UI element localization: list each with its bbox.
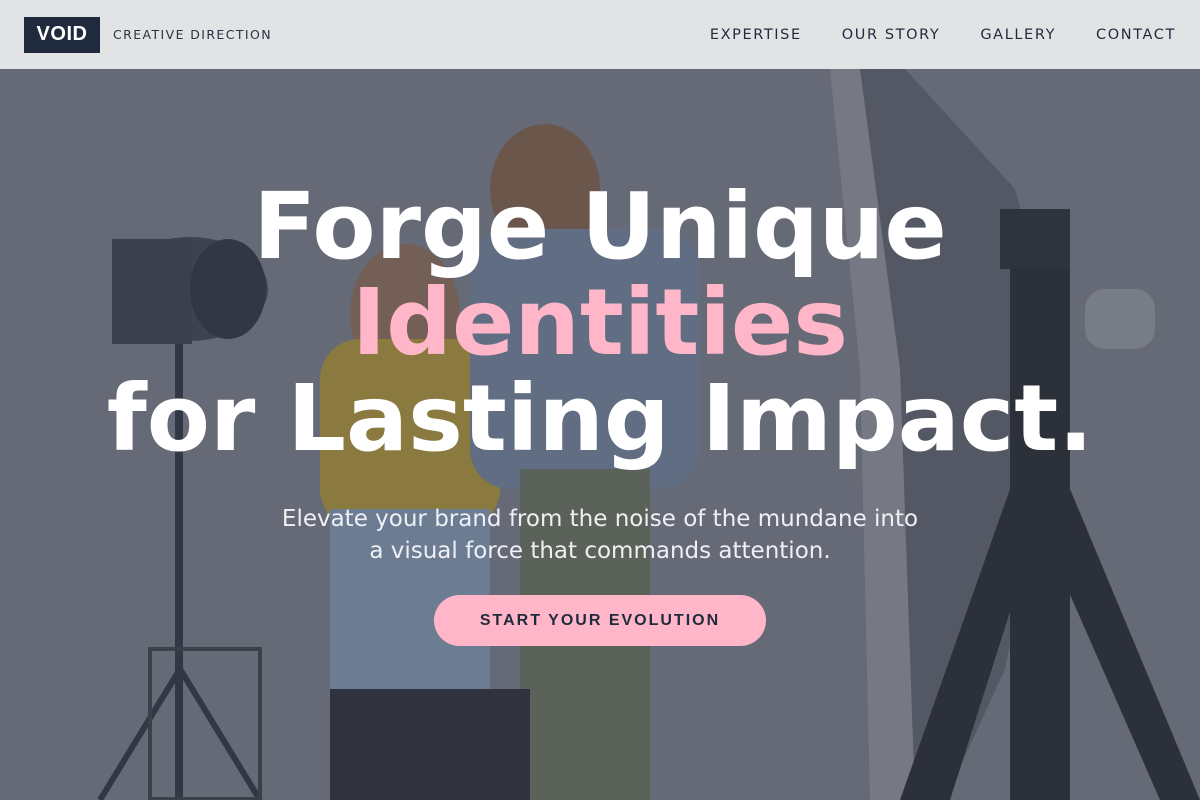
subtitle-line-2: a visual force that commands attention. bbox=[369, 538, 831, 564]
brand-tagline: CREATIVE DIRECTION bbox=[113, 27, 272, 42]
nav-link-contact[interactable]: CONTACT bbox=[1096, 27, 1176, 43]
main-nav: EXPERTISE OUR STORY GALLERY CONTACT bbox=[670, 27, 1176, 43]
subtitle-line-1: Elevate your brand from the noise of the… bbox=[281, 506, 919, 532]
hero-content: Forge Unique Identities for Lasting Impa… bbox=[0, 69, 1200, 646]
headline-line-1: Forge Unique bbox=[253, 173, 947, 280]
hero-headline: Forge Unique Identities for Lasting Impa… bbox=[0, 179, 1200, 467]
start-evolution-button[interactable]: START YOUR EVOLUTION bbox=[434, 595, 766, 646]
nav-link-expertise[interactable]: EXPERTISE bbox=[710, 27, 802, 43]
nav-link-our-story[interactable]: OUR STORY bbox=[842, 27, 941, 43]
logo[interactable]: VOID bbox=[24, 16, 100, 53]
headline-line-2-accent: Identities bbox=[351, 269, 849, 376]
nav-link-gallery[interactable]: GALLERY bbox=[980, 27, 1056, 43]
hero-subtitle: Elevate your brand from the noise of the… bbox=[250, 503, 950, 567]
site-header: VOID CREATIVE DIRECTION EXPERTISE OUR ST… bbox=[0, 0, 1200, 69]
headline-line-3: for Lasting Impact. bbox=[106, 365, 1094, 472]
